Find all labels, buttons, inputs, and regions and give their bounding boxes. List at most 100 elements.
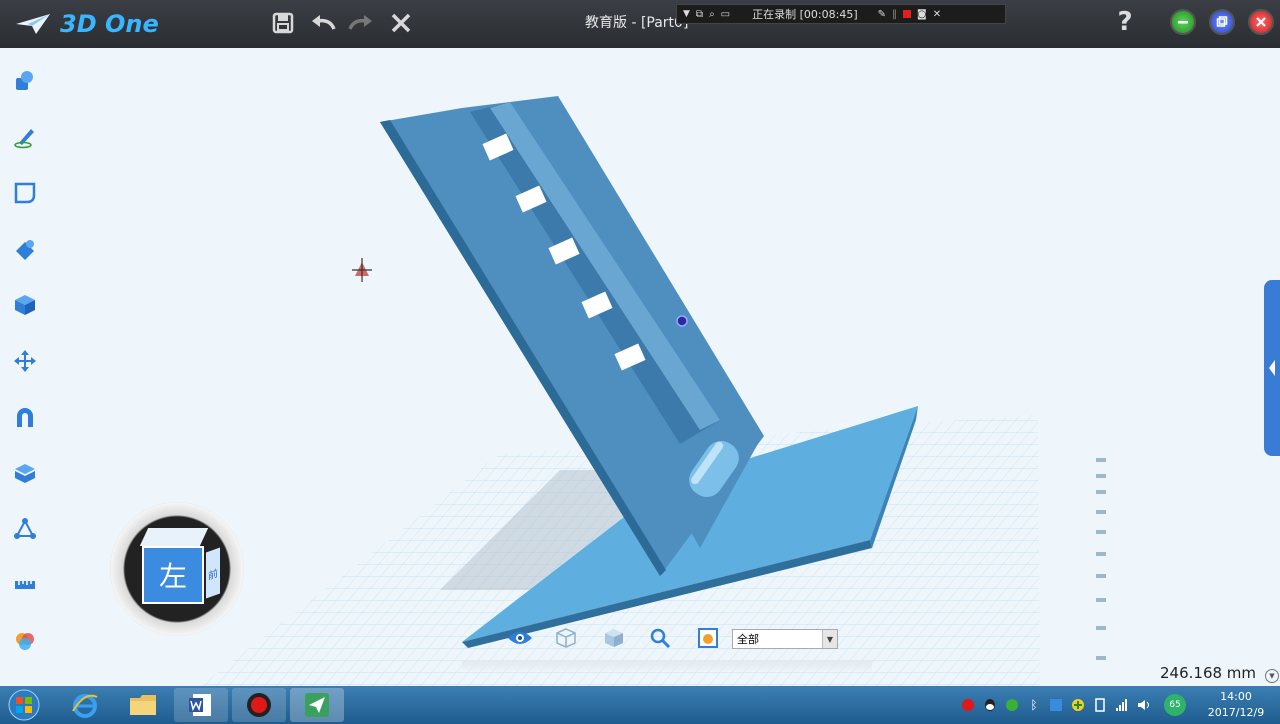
save-icon: [272, 12, 294, 34]
folder-icon: [130, 695, 156, 715]
restore-button[interactable]: [1209, 9, 1235, 35]
render-box-icon: [698, 628, 718, 648]
recording-toolbar: ▼ ⧉ ⌕ ▭ 正在录制 [00:08:45] ✎ ‖ ◙ ✕: [676, 4, 1006, 24]
undo-button[interactable]: [308, 8, 338, 38]
redo-button[interactable]: [346, 8, 376, 38]
logo-plane-icon: [16, 14, 50, 34]
show-hide-button[interactable]: [506, 624, 534, 652]
minimize-button[interactable]: [1170, 9, 1196, 35]
taskbar-word[interactable]: [174, 688, 228, 722]
wireframe-cube-icon: [556, 628, 576, 648]
region-icon[interactable]: ▭: [721, 9, 730, 20]
taskbar-3done[interactable]: [290, 688, 344, 722]
tray-badge[interactable]: 65: [1164, 694, 1186, 716]
combine-button[interactable]: [10, 402, 40, 432]
paper-plane-icon: [305, 693, 329, 717]
shaded-view-button[interactable]: [600, 624, 628, 652]
scale-tick: [1096, 656, 1106, 660]
scale-tick: [1096, 510, 1106, 514]
windows-logo-icon: [8, 689, 40, 721]
search-icon[interactable]: ⌕: [709, 9, 715, 20]
dropdown-icon[interactable]: ▼: [683, 9, 690, 19]
taskbar-clock[interactable]: 14:00 2017/12/9: [1200, 689, 1272, 721]
nav-cube-top[interactable]: [139, 528, 209, 546]
window-icon[interactable]: ⧉: [696, 9, 703, 20]
wireframe-view-button[interactable]: [552, 624, 580, 652]
internet-explorer-icon: [72, 694, 98, 718]
color-palette-icon: [16, 633, 34, 650]
zoom-button[interactable]: [646, 624, 674, 652]
eye-icon: [508, 632, 532, 644]
bluetooth-icon[interactable]: ᛒ: [1026, 697, 1042, 713]
restore-icon: [1216, 16, 1228, 27]
qq-icon[interactable]: [982, 697, 998, 713]
feature-modeling-button[interactable]: [10, 234, 40, 264]
scale-tick: [1096, 574, 1106, 578]
materials-button[interactable]: [10, 626, 40, 656]
scale-tick: [1096, 598, 1106, 602]
right-panel-toggle[interactable]: [1264, 280, 1280, 456]
solids-icon: [16, 71, 33, 90]
close-window-button[interactable]: [1248, 9, 1274, 35]
chevron-down-icon[interactable]: ▼: [822, 630, 837, 648]
pattern-button[interactable]: [10, 458, 40, 488]
pause-icon[interactable]: ‖: [892, 9, 897, 20]
measure-button[interactable]: [10, 570, 40, 600]
word-icon: [189, 694, 211, 716]
special-functions-button[interactable]: [10, 290, 40, 320]
close-icon[interactable]: ✕: [933, 9, 941, 20]
record-tray-icon[interactable]: [960, 697, 976, 713]
nav-cube[interactable]: 前 左: [110, 502, 244, 636]
redo-icon: [348, 15, 372, 30]
move-button[interactable]: [10, 346, 40, 376]
pen-icon: [14, 129, 34, 149]
save-button[interactable]: [268, 8, 298, 38]
clock-time: 14:00: [1220, 690, 1252, 703]
3d-viewport[interactable]: 前 左: [48, 50, 1280, 686]
scale-tick: [1096, 474, 1106, 478]
chevron-left-icon: [1269, 360, 1275, 376]
move-arrows-icon: [14, 350, 36, 372]
render-button[interactable]: [694, 624, 722, 652]
pivot-point[interactable]: [676, 315, 688, 327]
nav-cube-side[interactable]: 前: [206, 547, 220, 599]
pen-icon[interactable]: ✎: [878, 9, 886, 20]
volume-icon[interactable]: [1136, 697, 1152, 713]
camera-icon[interactable]: ◙: [917, 9, 927, 20]
ruler-icon: [15, 581, 35, 589]
scale-tick: [1096, 490, 1106, 494]
filter-select[interactable]: 全部 ▼: [732, 629, 838, 649]
nav-cube-face[interactable]: 左: [142, 546, 204, 604]
sketch-edit-button[interactable]: [10, 178, 40, 208]
taskbar-recorder[interactable]: [232, 688, 286, 722]
title-bar: 3D One 教育版 - [Part0] ▼ ⧉ ⌕ ▭ 正在录制 [00:08…: [0, 0, 1280, 48]
network-signal-icon[interactable]: [1114, 697, 1130, 713]
taskbar: ᛒ 65 14:00 2017/12/9: [0, 686, 1280, 724]
layered-cube-icon: [15, 464, 35, 483]
light-marker-icon[interactable]: [352, 258, 372, 282]
wechat-icon[interactable]: [1004, 697, 1020, 713]
taskbar-explorer[interactable]: [116, 688, 170, 722]
magnet-icon: [17, 408, 33, 427]
delete-button[interactable]: [386, 8, 416, 38]
square-sketch-icon: [14, 182, 36, 204]
shaded-cube-icon: [605, 629, 623, 647]
start-button[interactable]: [4, 687, 44, 723]
document-title-text: 教育版 - [Part0: [585, 15, 683, 31]
scale-tick: [1096, 530, 1106, 534]
taskbar-ie[interactable]: [58, 688, 112, 722]
readout-toggle-icon[interactable]: ▼: [1265, 669, 1279, 683]
help-button[interactable]: ?: [1112, 7, 1138, 37]
security-icon[interactable]: [1070, 697, 1086, 713]
cube-icon: [15, 295, 35, 315]
input-method-icon[interactable]: [1048, 697, 1064, 713]
assembly-button[interactable]: [10, 514, 40, 544]
magnifier-icon: [650, 628, 671, 649]
sketch-button[interactable]: [10, 122, 40, 152]
clock-date: 2017/12/9: [1207, 706, 1265, 719]
stop-icon[interactable]: [903, 10, 911, 18]
close-icon: [1256, 17, 1266, 27]
device-icon[interactable]: [1092, 697, 1108, 713]
basic-solids-button[interactable]: [10, 66, 40, 96]
filter-select-value: 全部: [737, 633, 759, 646]
